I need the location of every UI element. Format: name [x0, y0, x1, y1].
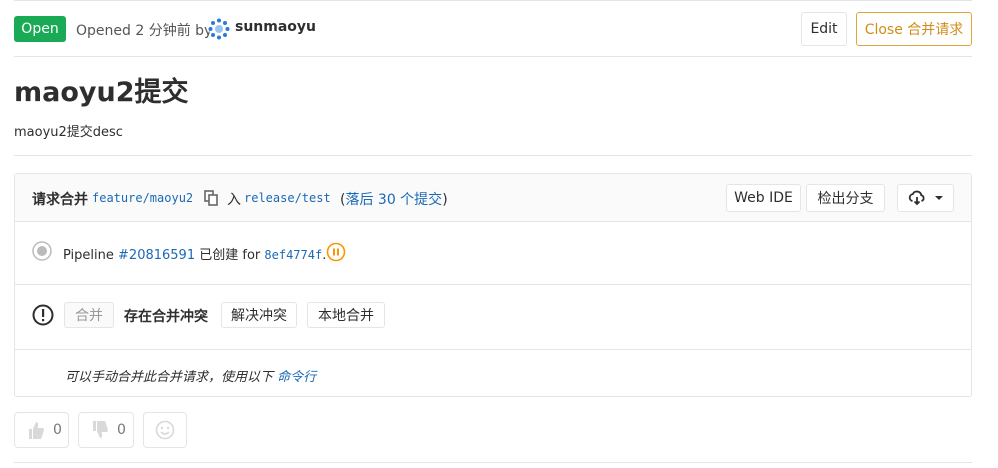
thumbs-up-icon [29, 422, 44, 439]
merge-request-description: maoyu2提交desc [14, 125, 123, 140]
hint-text: 可以手动合并此合并请求，使用以下 [65, 370, 274, 385]
thumbs-down-icon [93, 421, 108, 438]
avatar[interactable] [208, 18, 230, 40]
close-merge-request-button[interactable]: Close 合并请求 [856, 12, 972, 46]
page-title: maoyu2提交 [14, 77, 189, 108]
web-ide-button[interactable]: Web IDE [726, 184, 801, 212]
widget-header: 请求合并 feature/maoyu2 入 release/test (落后 3… [15, 174, 971, 222]
target-branch-link[interactable]: release/test [244, 191, 331, 205]
smiley-icon [155, 420, 175, 440]
thumbs-up-count: 0 [53, 422, 62, 438]
author-link[interactable]: sunmaoyu [235, 19, 316, 35]
pipeline-row: Pipeline #20816591 已创建 for 8ef4774f. [15, 221, 971, 285]
command-line-link[interactable]: 命令行 [277, 370, 316, 385]
commits-behind-close: ) [442, 192, 448, 208]
manual-merge-hint-row: 可以手动合并此合并请求，使用以下 命令行 [15, 349, 971, 396]
chevron-down-icon [934, 196, 943, 200]
merge-conflict-text: 存在合并冲突 [124, 309, 208, 325]
merge-conflict-row: 合并 存在合并冲突 解决冲突 本地合并 [15, 284, 971, 350]
into-label: 入 [227, 192, 241, 208]
pipeline-created: 已创建 for [199, 248, 261, 263]
checkout-branch-button[interactable]: 检出分支 [806, 184, 885, 212]
download-dropdown-button[interactable] [897, 184, 954, 212]
pause-icon[interactable] [326, 242, 346, 262]
thumbs-up-button[interactable]: 0 [14, 412, 69, 448]
edit-button[interactable]: Edit [801, 12, 847, 46]
merge-request-widget: 请求合并 feature/maoyu2 入 release/test (落后 3… [14, 173, 972, 397]
cloud-download-icon [908, 190, 925, 206]
pipeline-id-link[interactable]: #20816591 [118, 248, 195, 263]
status-badge: Open [14, 16, 66, 42]
pipeline-prefix: Pipeline [63, 248, 114, 263]
merge-locally-button[interactable]: 本地合并 [307, 302, 385, 328]
manual-merge-hint: 可以手动合并此合并请求，使用以下 命令行 [65, 366, 316, 385]
add-reaction-button[interactable] [143, 412, 187, 448]
merge-button[interactable]: 合并 [64, 302, 114, 328]
source-branch-link[interactable]: feature/maoyu2 [92, 191, 193, 205]
copy-icon[interactable] [204, 190, 218, 206]
commits-behind-link[interactable]: 落后 30 个提交 [345, 192, 442, 208]
commits-behind: (落后 30 个提交) [340, 189, 448, 209]
warning-icon [32, 304, 54, 326]
opened-text: Opened 2 分钟前 by [76, 23, 213, 39]
commit-sha-link[interactable]: 8ef4774f [264, 248, 322, 262]
thumbs-down-button[interactable]: 0 [78, 412, 134, 448]
merge-request-label: 请求合并 [32, 192, 88, 208]
pipeline-status-icon[interactable] [32, 241, 52, 261]
thumbs-down-count: 0 [117, 422, 126, 438]
resolve-conflicts-button[interactable]: 解决冲突 [221, 302, 297, 328]
pipeline-text: Pipeline #20816591 已创建 for 8ef4774f. [63, 244, 326, 263]
